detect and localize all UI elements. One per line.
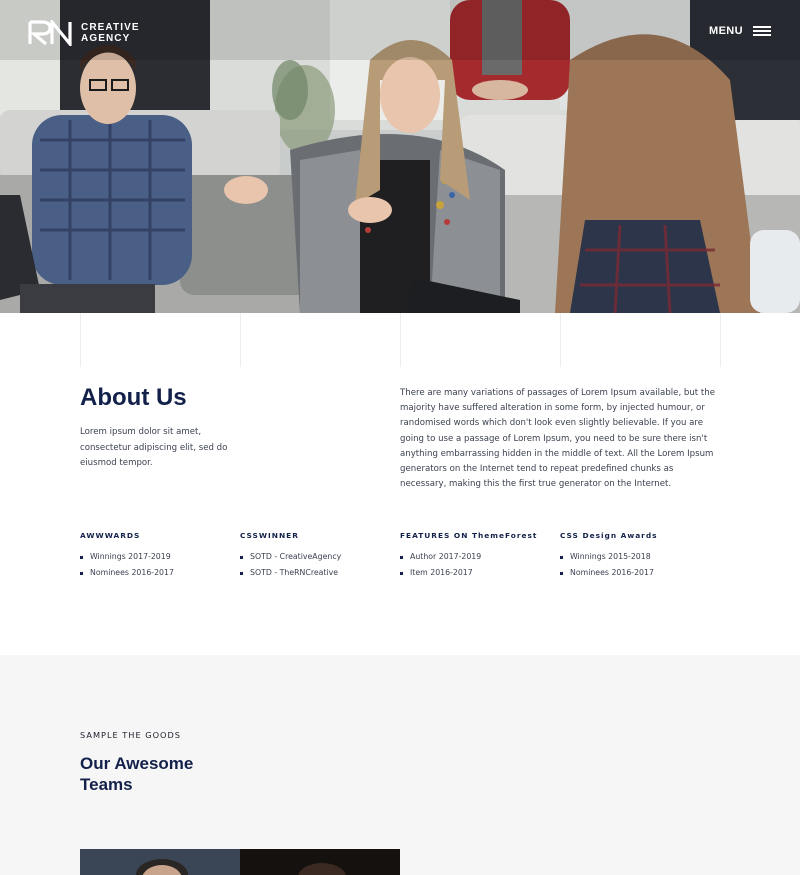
award-item: Winnings 2017-2019	[80, 549, 230, 565]
teams-title: Our Awesome Teams	[80, 754, 194, 794]
award-group-css-design-awards: CSS Design Awards Winnings 2015-2018 Nom…	[560, 531, 710, 581]
menu-label: MENU	[709, 25, 743, 37]
award-group-awwwards: AWWWARDS Winnings 2017-2019 Nominees 201…	[80, 531, 230, 581]
brand-name: CREATIVE AGENCY	[81, 22, 140, 44]
award-title: CSS Design Awards	[560, 531, 658, 540]
award-title: FEATURES ON ThemeForest	[400, 531, 538, 540]
about-title: About Us	[80, 384, 187, 411]
brand-line-1: CREATIVE	[81, 22, 140, 33]
award-item: Author 2017-2019	[400, 549, 550, 565]
about-lead-text: Lorem ipsum dolor sit amet, consectetur …	[80, 427, 228, 468]
team-member-image	[240, 849, 400, 875]
award-item: Item 2016-2017	[400, 565, 550, 581]
team-member-photo[interactable]	[240, 849, 400, 875]
award-item: Nominees 2016-2017	[80, 565, 230, 581]
award-item: Winnings 2015-2018	[560, 549, 710, 565]
award-title: CSSWINNER	[240, 531, 299, 540]
hamburger-icon	[753, 26, 771, 36]
award-item: Nominees 2016-2017	[560, 565, 710, 581]
menu-button[interactable]: MENU	[709, 25, 771, 37]
rn-logo-icon	[28, 20, 72, 46]
team-member-image	[80, 849, 240, 875]
brand-line-2: AGENCY	[81, 33, 131, 44]
team-meeting-photo	[0, 0, 800, 313]
award-item: SOTD - CreativeAgency	[240, 549, 390, 565]
award-group-csswinner: CSSWINNER SOTD - CreativeAgency SOTD - T…	[240, 531, 390, 581]
hero-image: CREATIVE AGENCY MENU	[0, 0, 800, 313]
team-member-photo[interactable]	[80, 849, 240, 875]
award-title: AWWWARDS	[80, 531, 141, 540]
teams-section: SAMPLE THE GOODS Our Awesome Teams	[0, 655, 800, 875]
award-group-themeforest: FEATURES ON ThemeForest Author 2017-2019…	[400, 531, 550, 581]
brand-logo[interactable]: CREATIVE AGENCY	[28, 20, 140, 46]
about-body-text: There are many variations of passages of…	[400, 388, 716, 490]
teams-kicker: SAMPLE THE GOODS	[80, 730, 181, 740]
award-item: SOTD - TheRNCreative	[240, 565, 390, 581]
